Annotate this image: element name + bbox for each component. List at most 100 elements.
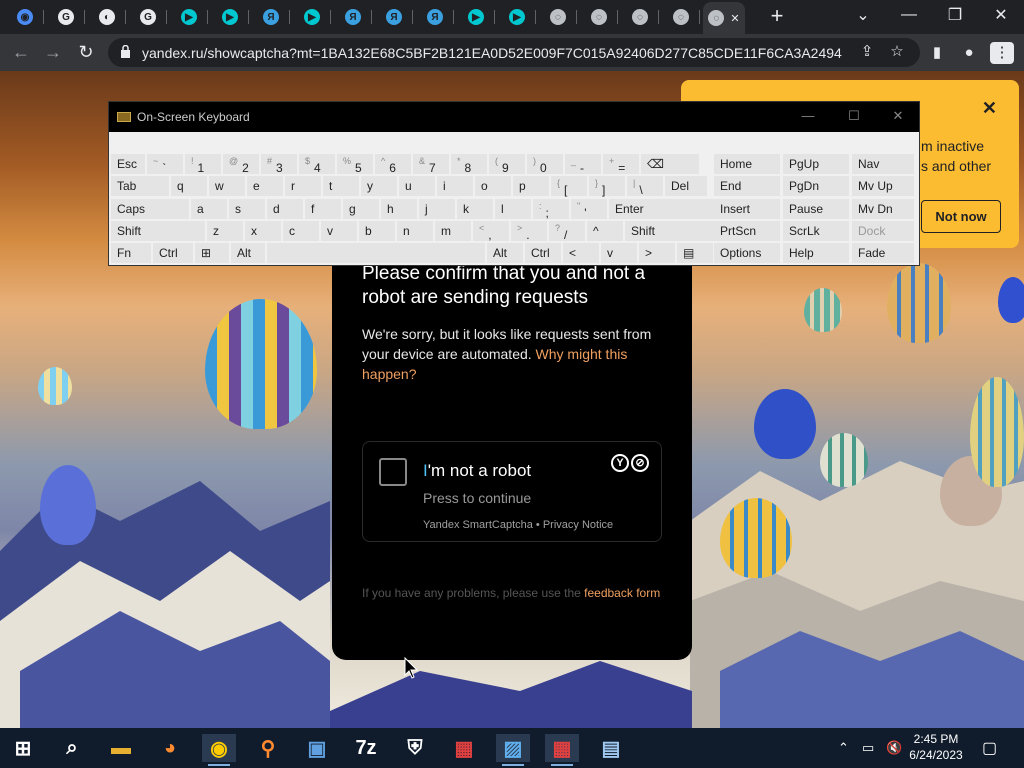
browser-tab[interactable]: ▶ xyxy=(211,4,249,30)
feedback-link[interactable]: feedback form xyxy=(584,586,660,600)
osk-key[interactable]: Caps xyxy=(111,199,189,219)
osk-key[interactable]: Tab xyxy=(111,176,169,196)
close-tab-icon[interactable]: ✕ xyxy=(730,12,739,25)
url-text[interactable]: yandex.ru/showcaptcha?mt=1BA132E68C5BF2B… xyxy=(142,45,842,61)
osk-key[interactable]: v xyxy=(601,243,637,263)
document-taskbar-button[interactable]: ▤ xyxy=(594,734,628,762)
osk-key[interactable]: o xyxy=(475,176,511,196)
start-taskbar-button[interactable]: ⊞ xyxy=(6,734,40,762)
osk-key[interactable]: > xyxy=(639,243,675,263)
osk-key[interactable]: ~ ` xyxy=(147,154,183,175)
osk-key-scrlk[interactable]: ScrLk xyxy=(783,221,849,241)
tab-search-button[interactable]: ⌄ xyxy=(840,0,886,30)
osk-key[interactable]: l xyxy=(495,199,531,219)
osk-key-mv-up[interactable]: Mv Up xyxy=(852,176,914,196)
osk-key[interactable]: * 8 xyxy=(451,154,487,175)
photos-taskbar-button[interactable]: ▨ xyxy=(496,734,530,766)
osk-key[interactable]: % 5 xyxy=(337,154,373,175)
osk-key[interactable]: v xyxy=(321,221,357,241)
osk-key[interactable]: x xyxy=(245,221,281,241)
osk-key[interactable]: " ' xyxy=(571,199,607,220)
close-button[interactable]: ✕ xyxy=(883,108,913,126)
side-panel-icon[interactable]: ▮ xyxy=(926,42,948,64)
browser-tab[interactable]: ◐ xyxy=(88,4,126,30)
osk-key-help[interactable]: Help xyxy=(783,243,849,263)
browser-tab[interactable]: G xyxy=(47,4,85,30)
notifications-icon[interactable]: ▢ xyxy=(982,738,997,758)
robot-check-box[interactable]: I'm not a robot Press to continue Yandex… xyxy=(362,441,662,542)
privacy-link[interactable]: Privacy Notice xyxy=(543,519,613,531)
osk-key[interactable]: m xyxy=(435,221,471,241)
osk-key[interactable] xyxy=(267,243,485,263)
browser-tab[interactable]: Я xyxy=(416,4,454,30)
osk-key[interactable]: w xyxy=(209,176,245,196)
osk-key[interactable]: :; xyxy=(533,199,569,220)
system-clock[interactable]: 2:45 PM 6/24/2023 xyxy=(906,731,966,763)
osk-key[interactable]: Enter xyxy=(609,199,718,219)
remote-desktop-taskbar-button[interactable]: ▣ xyxy=(300,734,334,762)
osk-key-end[interactable]: End xyxy=(714,176,780,196)
osk-key[interactable]: ^ 6 xyxy=(375,154,411,175)
osk-key[interactable]: {[ xyxy=(551,176,587,197)
network-icon[interactable]: ▭ xyxy=(862,740,874,756)
firefox-taskbar-button[interactable]: ◕ xyxy=(153,734,187,762)
browser-tab[interactable]: Я xyxy=(334,4,372,30)
osk-key[interactable]: _ - xyxy=(565,154,601,175)
osk-key[interactable]: <, xyxy=(473,221,509,242)
osk-key-dock[interactable]: Dock xyxy=(852,221,914,241)
osk-key[interactable]: Shift xyxy=(111,221,205,241)
osk-key[interactable]: & 7 xyxy=(413,154,449,175)
defender-taskbar-button[interactable]: ⛨ xyxy=(398,734,432,762)
app-taskbar-button[interactable]: ▦ xyxy=(447,734,481,762)
osk-key[interactable]: i xyxy=(437,176,473,196)
osk-key[interactable]: (9 xyxy=(489,154,525,175)
osk-key-pgup[interactable]: PgUp xyxy=(783,154,849,174)
profile-icon[interactable]: ● xyxy=(958,42,980,64)
maximize-button[interactable]: ☐ xyxy=(839,108,869,126)
osk-key[interactable]: Del xyxy=(665,176,707,196)
osk-key[interactable]: u xyxy=(399,176,435,196)
osk-key[interactable]: >. xyxy=(511,221,547,242)
chevron-up-icon[interactable]: ⌃ xyxy=(838,740,849,756)
browser-tab[interactable]: ▶ xyxy=(170,4,208,30)
osk-key[interactable]: | \ xyxy=(627,176,663,197)
osk-key[interactable]: f xyxy=(305,199,341,219)
browser-tab[interactable]: ▶ xyxy=(293,4,331,30)
active-tab[interactable]: ◌ ✕ xyxy=(703,2,745,34)
osk-key[interactable]: ^ xyxy=(587,221,623,241)
back-button[interactable]: ← xyxy=(8,40,34,64)
file-explorer-taskbar-button[interactable]: ▬ xyxy=(104,734,138,762)
osk-key-insert[interactable]: Insert xyxy=(714,199,780,219)
osk-key[interactable]: Ctrl xyxy=(153,243,193,263)
forward-button[interactable]: → xyxy=(40,40,66,64)
browser-tab[interactable]: ◌ xyxy=(580,4,618,30)
osk-key[interactable]: Esc xyxy=(111,154,145,174)
osk-key[interactable]: z xyxy=(207,221,243,241)
osk-key-prtscn[interactable]: PrtScn xyxy=(714,221,780,241)
osk-key[interactable]: #3 xyxy=(261,154,297,175)
osk-key[interactable]: ) 0 xyxy=(527,154,563,175)
osk-key[interactable]: g xyxy=(343,199,379,219)
search-taskbar-button[interactable]: ⌕ xyxy=(55,734,89,762)
app-taskbar-button[interactable]: ▦ xyxy=(545,734,579,766)
browser-tab[interactable]: ◌ xyxy=(539,4,577,30)
bookmark-star-icon[interactable]: ☆ xyxy=(886,41,908,63)
osk-key[interactable]: c xyxy=(283,221,319,241)
browser-tab[interactable]: ◉ xyxy=(6,4,44,30)
osk-key-home[interactable]: Home xyxy=(714,154,780,174)
chrome-taskbar-button[interactable]: ◉ xyxy=(202,734,236,766)
osk-key[interactable]: ⌫ xyxy=(641,154,699,174)
close-window-button[interactable]: ✕ xyxy=(978,0,1024,30)
new-tab-button[interactable]: + xyxy=(764,5,790,29)
osk-key[interactable]: y xyxy=(361,176,397,196)
osk-key[interactable]: t xyxy=(323,176,359,196)
menu-kebab-icon[interactable]: ⋮ xyxy=(990,42,1014,64)
osk-key[interactable]: n xyxy=(397,221,433,241)
osk-key[interactable]: q xyxy=(171,176,207,196)
browser-tab[interactable]: Я xyxy=(375,4,413,30)
osk-key[interactable]: Alt xyxy=(487,243,523,263)
restore-button[interactable]: ❐ xyxy=(932,0,978,30)
osk-key[interactable]: k xyxy=(457,199,493,219)
osk-key[interactable]: Ctrl xyxy=(525,243,561,263)
minimize-button[interactable]: — xyxy=(793,108,823,126)
